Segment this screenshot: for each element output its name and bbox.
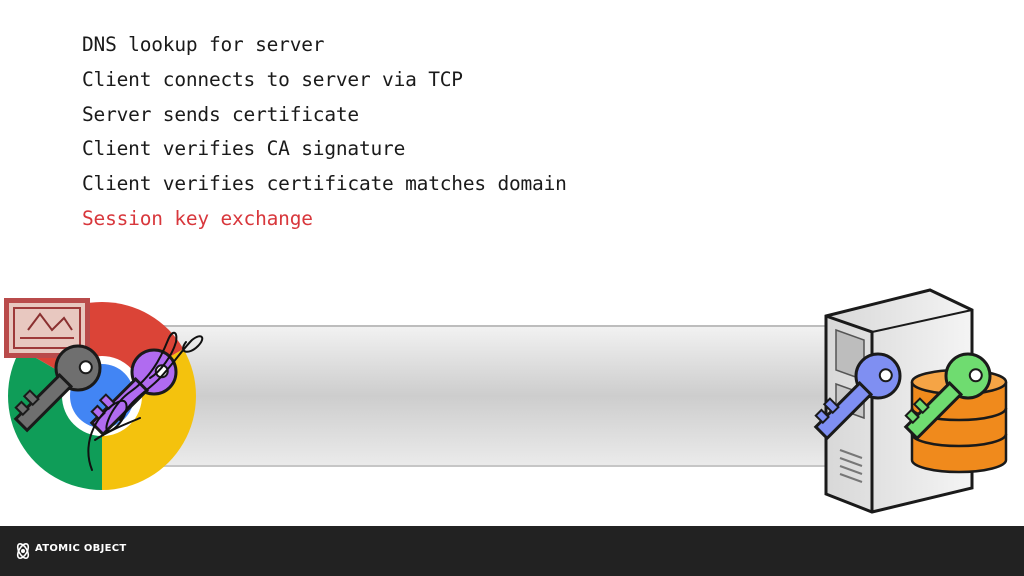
handshake-illustration [4,288,1008,514]
secure-tunnel [155,325,830,467]
footer-bar: ATOMIC OBJECT [0,526,1024,576]
brand-name: ATOMIC OBJECT [35,543,127,554]
atomic-object-logo-icon [16,542,30,560]
